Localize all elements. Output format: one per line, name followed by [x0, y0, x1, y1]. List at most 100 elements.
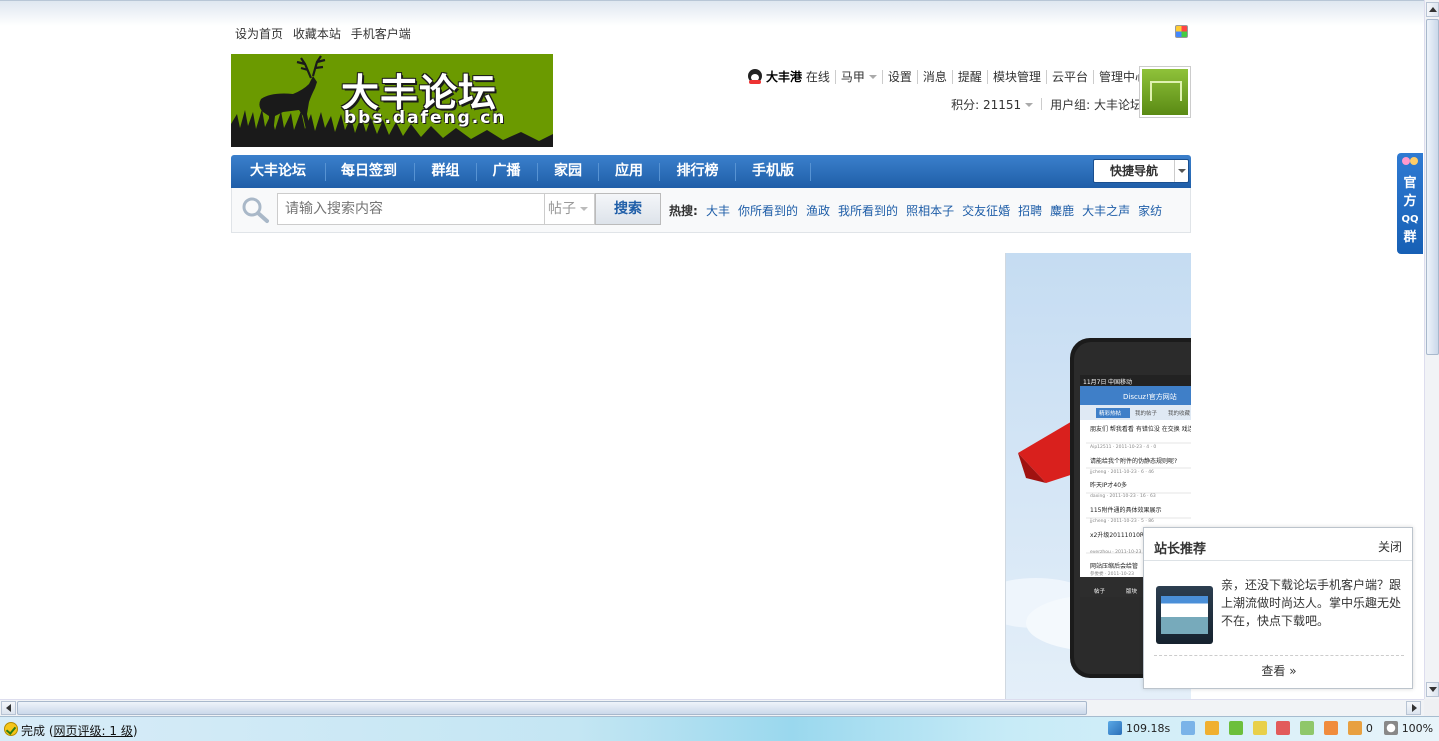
phone-bottom-tab: 版块 [1126, 587, 1138, 595]
search-icon [242, 197, 269, 223]
popup-title: 站长推荐 [1154, 542, 1207, 557]
phone-status-time: 11月7日 [1083, 379, 1106, 386]
rating-paren: ) [132, 724, 138, 738]
phone-thumbnail[interactable] [1156, 586, 1213, 644]
phone-bottom-tab: 帖子 [1094, 587, 1106, 595]
set-homepage-link[interactable]: 设为首页 [235, 27, 283, 41]
nav-item-mobile[interactable]: 手机版 [737, 155, 809, 188]
phone-post-meta: jjcheng · 2011-10-23 · 6 · 46 [1089, 469, 1154, 475]
nav-item-groups[interactable]: 群组 [416, 155, 475, 188]
horizontal-scrollbar[interactable] [0, 699, 1424, 716]
nav-divider [537, 163, 538, 181]
mobile-client-link[interactable]: 手机客户端 [351, 27, 411, 41]
nav-item-forum[interactable]: 大丰论坛 [231, 155, 325, 188]
nav-divider [659, 163, 660, 181]
download-icon[interactable] [1228, 721, 1243, 735]
phone-tab: 精彩热帖 [1099, 409, 1122, 417]
phone-post-meta: daxing · 2011-10-23 · 16 · 63 [1090, 493, 1156, 499]
user-name[interactable]: 大丰港 [766, 70, 802, 84]
phone-post-meta: 参娄娄 · 2011-10-23 [1090, 570, 1134, 577]
phone-post-title: 网站压缩后会给管 [1090, 562, 1138, 570]
hot-term[interactable]: 招聘 [1018, 204, 1042, 218]
nav-divider [810, 163, 811, 181]
search-button[interactable]: 搜索 [595, 193, 661, 225]
hot-term[interactable]: 我所看到的 [838, 204, 898, 218]
page-rating-link[interactable]: 网页评级: 1 级 [54, 724, 133, 738]
shield-icon[interactable] [1276, 721, 1291, 735]
quick-nav-button[interactable]: 快捷导航 [1093, 159, 1189, 183]
user-name-item[interactable]: 大丰港 在线 [743, 69, 835, 84]
cloud-platform-link[interactable]: 云平台 [1045, 70, 1093, 84]
nav-item-broadcast[interactable]: 广播 [478, 155, 535, 188]
hot-term[interactable]: 你所看到的 [738, 204, 798, 218]
search-bar: 帖子 搜索 热搜: 大丰你所看到的渔政我所看到的照相本子交友征婚招聘麋鹿大丰之声… [231, 188, 1191, 233]
hot-term[interactable]: 大丰之声 [1082, 204, 1130, 218]
avatar[interactable] [1139, 66, 1191, 118]
alias-menu[interactable]: 马甲 [834, 70, 882, 84]
main-navbar: 大丰论坛 每日签到 群组 广播 家园 应用 排行榜 手机版 快捷导航 [231, 155, 1191, 188]
quick-nav-label: 快捷导航 [1109, 164, 1158, 178]
zoom-icon[interactable] [1383, 721, 1398, 735]
check-circle-icon [4, 722, 18, 736]
lock-icon[interactable] [1252, 721, 1267, 735]
settings-link[interactable]: 设置 [881, 70, 917, 84]
user-icon[interactable] [1204, 721, 1219, 735]
search-type-select[interactable]: 帖子 [545, 193, 595, 225]
nav-item-daily-signin[interactable]: 每日签到 [327, 155, 411, 188]
hot-term[interactable]: 照相本子 [906, 204, 954, 218]
nav-item-home[interactable]: 家园 [539, 155, 597, 188]
shield-count-icon[interactable] [1347, 721, 1362, 735]
search-type-label: 帖子 [548, 201, 576, 217]
phone-app-title: Discuz!官方网站 [1123, 392, 1177, 401]
hot-term[interactable]: 家纺 [1138, 204, 1162, 218]
status-label: 完成 [21, 724, 46, 738]
pen-icon[interactable] [1181, 721, 1196, 735]
hot-term[interactable]: 大丰 [706, 204, 730, 218]
official-qq-group-tab[interactable]: 官 方 QQ 群 [1397, 153, 1423, 254]
hot-term[interactable]: 麋鹿 [1050, 204, 1074, 218]
alias-label: 马甲 [840, 70, 865, 84]
messages-link[interactable]: 消息 [916, 70, 952, 84]
phone-tab: 我的帖子 [1135, 409, 1158, 417]
avatar-image [1142, 69, 1188, 115]
color-palette-icon[interactable] [1175, 25, 1188, 38]
scroll-right-button[interactable] [1406, 701, 1421, 715]
chevron-down-icon [1025, 103, 1034, 107]
points-label[interactable]: 积分: 21151 [951, 98, 1021, 112]
view-more-link[interactable]: 查看 » [1144, 662, 1414, 679]
scroll-left-button[interactable] [1, 701, 16, 715]
nav-item-apps[interactable]: 应用 [600, 155, 658, 188]
hot-term[interactable]: 交友征婚 [962, 204, 1010, 218]
scroll-up-button[interactable] [1426, 2, 1439, 17]
lightning-icon[interactable] [1108, 721, 1122, 735]
site-logo[interactable]: 大丰论坛 bbs.dafeng.cn [231, 54, 553, 147]
phone-post-title: 115附件通的具体效果展示 [1090, 506, 1161, 514]
load-time: 109.18s [1126, 722, 1171, 735]
notifications-link[interactable]: 提醒 [951, 70, 987, 84]
popup-header: 站长推荐 关闭 [1144, 528, 1412, 561]
nav-item-rankings[interactable]: 排行榜 [661, 155, 734, 188]
browser-status-bar: 完成 (网页评级: 1 级) 109.18s 0 100% [0, 716, 1439, 741]
qq-penguin-icon [748, 69, 763, 84]
chevron-down-icon [868, 75, 877, 79]
hot-term[interactable]: 渔政 [806, 204, 830, 218]
chevron-down-icon[interactable] [1174, 160, 1188, 182]
extension-icon[interactable] [1324, 721, 1339, 735]
zoom-level[interactable]: 100% [1402, 722, 1433, 735]
screen-icon[interactable] [1300, 721, 1315, 735]
phone-tab: 我的收藏 [1168, 409, 1191, 417]
phone-post-title: 朋友们 帮我看看 有错位没 在交换 戏连接 [1090, 425, 1191, 433]
vertical-scrollbar[interactable] [1424, 0, 1439, 699]
status-text: 完成 (网页评级: 1 级) [21, 722, 138, 739]
scroll-down-button[interactable] [1426, 682, 1439, 697]
bookmark-site-link[interactable]: 收藏本站 [293, 27, 341, 41]
scrollbar-corner [1424, 699, 1439, 716]
phone-post-meta: jjcheng · 2011-10-23 · 5 · 86 [1089, 518, 1154, 524]
search-input[interactable] [277, 193, 545, 225]
qq-tab-line: 群 [1403, 230, 1417, 245]
popup-close-button[interactable]: 关闭 [1378, 538, 1402, 555]
module-manage-link[interactable]: 模块管理 [986, 70, 1046, 84]
scroll-thumb[interactable] [17, 701, 1087, 715]
chevron-down-icon [580, 207, 588, 211]
scroll-thumb[interactable] [1426, 19, 1439, 355]
